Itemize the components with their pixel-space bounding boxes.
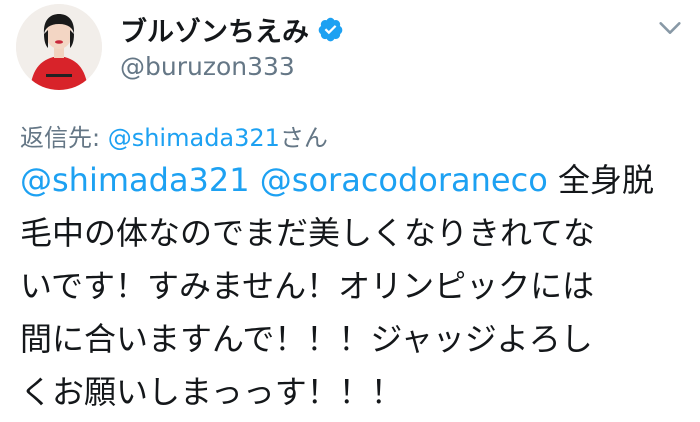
avatar[interactable] xyxy=(16,4,102,90)
reply-mention-link[interactable]: @shimada321 xyxy=(108,124,280,152)
user-avatar-image xyxy=(16,4,102,90)
display-name[interactable]: ブルゾンちえみ xyxy=(120,10,309,49)
user-handle[interactable]: @buruzon333 xyxy=(120,52,295,81)
tweet-line-2: 毛中の体なのでまだ美しくなりきれてな xyxy=(20,214,596,252)
tweet-line-4: 間に合いますんで！！！ジャッジよろし xyxy=(20,320,593,358)
tweet-text: @shimada321 @soracodoraneco 全身脱 毛中の体なのでま… xyxy=(20,154,680,419)
tweet-line-5: くお願いしまっっす！！！ xyxy=(20,373,403,411)
reply-context: 返信先: @shimada321さん xyxy=(20,118,328,153)
chevron-down-icon[interactable] xyxy=(656,14,684,42)
tweet-line-1-text: 全身脱 xyxy=(547,161,654,199)
tweet-line-1: @shimada321 @soracodoraneco 全身脱 xyxy=(20,154,680,207)
mention-link-soracodoraneco[interactable]: @soracodoraneco xyxy=(260,161,548,199)
reply-suffix: さん xyxy=(279,124,328,152)
tweet-line-3: いです！すみません！オリンピックには xyxy=(20,267,595,305)
verified-badge-icon xyxy=(318,17,343,42)
display-name-row[interactable]: ブルゾンちえみ xyxy=(120,10,344,49)
tweet-card: ブルゾンちえみ @buruzon333 返信先: @shimada321さん @… xyxy=(0,0,700,422)
reply-prefix: 返信先: xyxy=(20,124,108,152)
mention-link-shimada321[interactable]: @shimada321 xyxy=(20,161,250,199)
